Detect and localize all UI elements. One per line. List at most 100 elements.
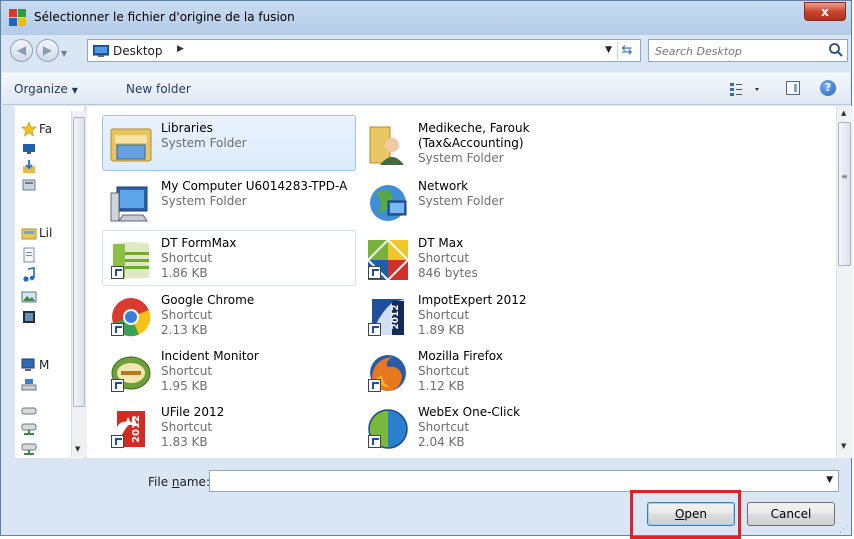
nav-item-network-drive-1[interactable] [15,420,67,438]
shortcut-arrow-icon [368,266,381,279]
back-button[interactable]: ◀ [10,39,33,62]
list-item[interactable]: DT Max Shortcut 846 bytes [359,230,613,286]
breadcrumb-chevron-icon[interactable]: ▶ [177,44,184,54]
nav-item-drive[interactable] [15,402,67,420]
address-dropdown-icon[interactable]: ▼ [605,45,612,55]
search-icon[interactable] [828,42,844,58]
breadcrumb-desktop[interactable]: Desktop [113,44,163,58]
file-type: Shortcut [161,308,213,322]
nav-item-computer[interactable]: M [15,356,67,374]
scroll-up-icon[interactable]: ▲ [841,109,846,117]
list-item[interactable]: 2012 ImpotExpert 2012 Shortcut 1.89 KB [359,287,613,343]
nav-item-videos[interactable] [15,308,67,326]
nav-scroll-thumb[interactable] [73,117,85,407]
new-folder-button[interactable]: New folder [126,82,191,96]
network-drive-icon [21,443,37,455]
chevron-down-icon[interactable]: ▼ [826,475,833,485]
user-folder-icon [369,126,404,165]
file-text: My Computer U6014283-TPD-A System Folder [161,179,347,209]
desktop-icon [93,45,109,57]
music-icon [23,267,35,282]
recent-pages-dropdown-icon[interactable]: ▼ [61,49,67,58]
nav-item-music[interactable] [15,266,67,284]
list-item[interactable]: Libraries System Folder [102,115,356,171]
nav-label-libraries: Lil [39,226,53,240]
shortcut-arrow-icon [111,266,124,279]
scroll-down-icon[interactable]: ▼ [841,442,846,450]
nav-item-libraries[interactable]: Lil [15,224,67,242]
scroll-down-icon[interactable]: ▼ [75,445,80,453]
shortcut-arrow-icon [368,379,381,392]
nav-item-recent-places[interactable] [15,176,67,194]
resize-grip-icon[interactable]: ⋰ [839,525,848,535]
file-name: Libraries [161,121,213,135]
file-scroll-thumb[interactable] [838,122,851,266]
file-name: ImpotExpert 2012 [418,293,527,307]
change-view-icon[interactable] [729,81,763,97]
list-item[interactable]: Medikeche, Farouk (Tax&Accounting) Syste… [359,115,613,171]
computer-icon [21,358,35,371]
command-bar: Organize ▼ New folder ? [2,72,850,105]
recent-places-icon [22,179,36,191]
nav-item-downloads[interactable] [15,158,67,176]
svg-text:2012: 2012 [391,304,401,329]
organize-menu[interactable]: Organize ▼ [14,82,78,96]
shortcut-arrow-icon [111,379,124,392]
address-bar[interactable]: Desktop ▶ ▼ ⇆ [87,39,641,62]
nav-item-local-disk[interactable] [15,376,67,394]
file-type: System Folder [418,194,504,208]
search-box[interactable] [648,39,848,62]
refresh-icon[interactable]: ⇆ [617,42,636,60]
nav-label-computer: M [39,358,50,372]
file-type: System Folder [161,194,247,208]
close-button[interactable]: x [804,2,846,21]
preview-pane-icon[interactable] [786,81,800,95]
list-item[interactable]: Incident Monitor Shortcut 1.95 KB [102,343,356,399]
nav-label-favorites: Fa [39,122,53,136]
file-name-input[interactable] [213,473,817,491]
nav-pane-scrollbar[interactable]: ▼ [71,111,87,457]
star-icon [21,121,37,137]
file-size: 1.12 KB [418,379,465,393]
nav-item-network-drive-2[interactable] [15,440,67,458]
file-size: 1.86 KB [161,266,208,280]
file-type: Shortcut [418,308,470,322]
file-size: 846 bytes [418,266,478,280]
help-icon[interactable]: ? [820,80,836,96]
list-item[interactable]: DT FormMax Shortcut 1.86 KB [102,230,356,286]
list-item[interactable]: WebEx One-Click Shortcut 2.04 KB [359,399,613,455]
window-title: Sélectionner le fichier d'origine de la … [34,10,295,24]
forward-button[interactable]: ▶ [36,39,59,62]
list-item[interactable]: Google Chrome Shortcut 2.13 KB [102,287,356,343]
file-text: Network System Folder [418,179,504,209]
file-type: Shortcut [161,364,213,378]
local-disk-icon [21,379,37,391]
file-name-field[interactable]: ▼ [209,470,839,492]
file-name: DT Max [418,236,464,250]
search-input[interactable] [653,42,827,61]
libraries-icon [110,128,152,162]
nav-item-documents[interactable] [15,246,67,264]
title-bar[interactable]: Sélectionner le fichier d'origine de la … [1,1,851,35]
list-item[interactable]: My Computer U6014283-TPD-A System Folder [102,173,356,229]
file-size: 2.13 KB [161,323,208,337]
nav-item-pictures[interactable] [15,288,67,306]
nav-item-favorites[interactable]: Fa [15,120,67,138]
file-text: DT FormMax Shortcut 1.86 KB [161,236,236,281]
file-name: DT FormMax [161,236,237,250]
list-item[interactable]: 2012 UFile 2012 Shortcut 1.83 KB [102,399,356,455]
list-item[interactable]: Mozilla Firefox Shortcut 1.12 KB [359,343,613,399]
file-type: Shortcut [161,251,213,265]
shortcut-arrow-icon [368,323,381,336]
list-item[interactable]: Network System Folder [359,173,613,229]
file-text: Mozilla Firefox Shortcut 1.12 KB [418,349,503,394]
file-list-scrollbar[interactable]: ▲ ≡ ▼ [836,106,853,458]
nav-item-desktop[interactable] [15,140,67,158]
file-type: System Folder [161,136,247,150]
file-text: Medikeche, Farouk (Tax&Accounting) Syste… [418,121,538,166]
cancel-button[interactable]: Cancel [747,502,835,526]
highlight-box [630,490,741,539]
forward-arrow-icon: ▶ [42,43,53,57]
svg-text:2012: 2012 [131,415,142,443]
libraries-icon [21,228,37,240]
